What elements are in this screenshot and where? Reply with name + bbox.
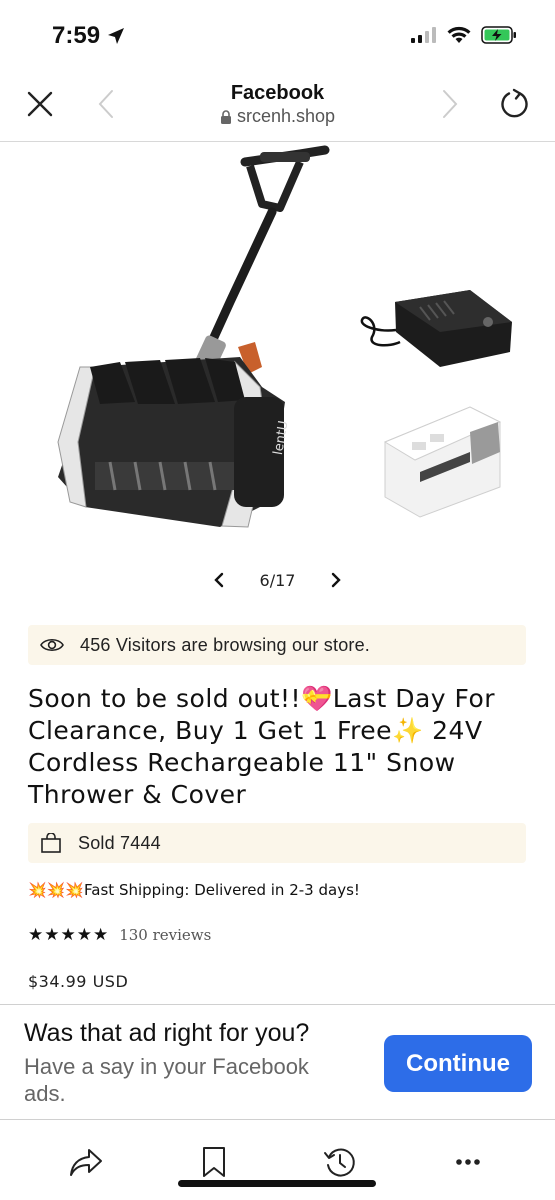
- gallery-prev-button[interactable]: [212, 572, 226, 588]
- visitors-text: 456 Visitors are browsing our store.: [80, 634, 371, 655]
- url-display[interactable]: srcenh.shop: [0, 106, 555, 127]
- history-icon: [324, 1148, 355, 1177]
- page-title: Facebook: [230, 82, 325, 104]
- rating-row[interactable]: ★★★★★ 130 reviews: [28, 925, 211, 945]
- sold-text: Sold 7444: [78, 832, 161, 853]
- shipping-info: 💥💥💥 Fast Shipping: Delivered in 2-3 days…: [28, 881, 360, 899]
- product-price: $34.99 USD: [28, 972, 129, 991]
- feedback-question: Was that ad right for you?: [24, 1019, 310, 1047]
- share-button[interactable]: [64, 1140, 108, 1184]
- status-time: 7:59: [52, 22, 126, 50]
- review-count: 130 reviews: [119, 926, 212, 944]
- home-indicator[interactable]: [178, 1180, 376, 1187]
- gallery-next-button[interactable]: [329, 572, 343, 588]
- explosion-icons: 💥💥💥: [28, 881, 85, 899]
- product-image: lentU: [57, 145, 512, 528]
- share-icon: [70, 1149, 102, 1176]
- chevron-right-icon: [443, 90, 458, 118]
- forward-button[interactable]: [430, 84, 470, 124]
- gallery-nav: 6/17: [0, 566, 555, 594]
- signal-icon: [411, 27, 436, 43]
- bookmark-icon: [203, 1147, 225, 1177]
- feedback-subtitle: Have a say in your Facebook ads.: [24, 1054, 309, 1106]
- reload-button[interactable]: [495, 84, 535, 124]
- location-arrow-icon: [108, 28, 125, 44]
- more-icon: [456, 1159, 480, 1165]
- browser-header: Facebook srcenh.shop: [0, 70, 555, 142]
- bottom-toolbar: [0, 1120, 555, 1200]
- url-text: srcenh.shop: [236, 106, 336, 126]
- status-bar: 7:59: [0, 0, 555, 70]
- shipping-text: Fast Shipping: Delivered in 2-3 days!: [84, 881, 360, 899]
- continue-button[interactable]: Continue: [384, 1035, 532, 1092]
- status-icons: [411, 26, 517, 44]
- gallery-counter: 6/17: [259, 570, 296, 590]
- eye-icon: [40, 638, 64, 652]
- visitors-banner: 456 Visitors are browsing our store.: [28, 625, 526, 665]
- product-gallery[interactable]: lentU: [0, 142, 555, 562]
- star-rating: ★★★★★: [28, 925, 110, 944]
- more-button[interactable]: [446, 1140, 490, 1184]
- wifi-icon: [447, 26, 471, 43]
- shopping-bag-icon: [41, 833, 61, 853]
- bookmark-button[interactable]: [192, 1140, 236, 1184]
- time-label: 7:59: [52, 22, 101, 49]
- product-title: Soon to be sold out!!💝Last Day For Clear…: [28, 684, 496, 809]
- ad-feedback-sheet: Was that ad right for you? Have a say in…: [0, 1004, 555, 1120]
- battery-charging-icon: [481, 26, 516, 44]
- sold-banner: Sold 7444: [28, 823, 526, 863]
- lock-icon: [220, 109, 231, 124]
- reload-icon: [501, 88, 528, 118]
- history-button[interactable]: [318, 1140, 362, 1184]
